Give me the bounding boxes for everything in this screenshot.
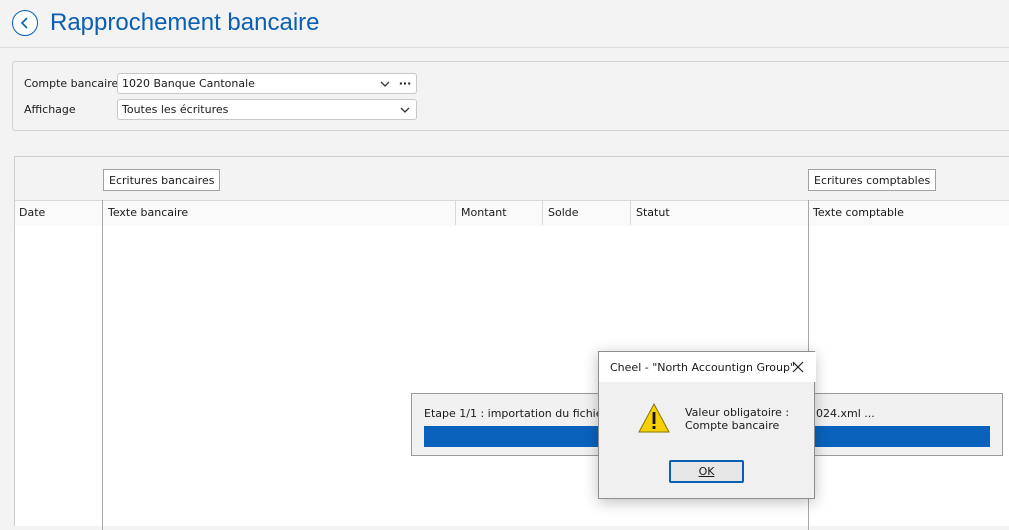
compte-bancaire-label: Compte bancaire xyxy=(24,77,119,90)
dialog-footer: OK xyxy=(599,452,814,498)
header-bar: Rapprochement bancaire xyxy=(0,0,1009,48)
dialog-message-line2: Compte bancaire xyxy=(685,419,780,432)
dialog-title: Cheel - "North Accountign Group" xyxy=(610,361,795,374)
close-icon[interactable] xyxy=(790,359,806,375)
compte-bancaire-value: 1020 Banque Cantonale xyxy=(122,77,255,90)
dialog-title-bar: Cheel - "North Accountign Group" xyxy=(599,352,816,382)
column-divider xyxy=(455,200,456,225)
page-title: Rapprochement bancaire xyxy=(50,9,320,36)
bank-entries-section: Ecritures bancaires xyxy=(103,169,221,191)
compte-bancaire-select[interactable]: 1020 Banque Cantonale ··· xyxy=(117,73,417,94)
warning-icon xyxy=(638,402,670,433)
filter-panel: Compte bancaire 1020 Banque Cantonale ··… xyxy=(12,61,1009,131)
column-divider xyxy=(542,200,543,225)
column-divider xyxy=(102,200,103,530)
column-header-solde[interactable]: Solde xyxy=(548,206,579,219)
dialog-message: Valeur obligatoire : Compte bancaire xyxy=(685,406,789,432)
validation-dialog: Cheel - "North Accountign Group" Valeur … xyxy=(598,351,816,499)
column-divider xyxy=(630,200,631,225)
dialog-message-line1: Valeur obligatoire : xyxy=(685,406,790,419)
accounting-entries-section: Ecritures comptables xyxy=(808,169,937,191)
more-options-button[interactable]: ··· xyxy=(394,77,416,90)
accounting-entries-body xyxy=(809,226,1009,526)
reconciliation-grid: Ecritures bancaires Ecritures comptables… xyxy=(14,156,1009,530)
affichage-label: Affichage xyxy=(24,103,76,116)
chevron-down-icon xyxy=(376,81,394,87)
progress-text-end: 024.xml ... xyxy=(816,407,875,420)
back-button[interactable] xyxy=(12,10,38,36)
column-header-statut[interactable]: Statut xyxy=(636,206,670,219)
affichage-value: Toutes les écritures xyxy=(122,103,229,116)
date-column-body xyxy=(15,226,102,526)
chevron-down-icon xyxy=(394,107,416,113)
affichage-select[interactable]: Toutes les écritures xyxy=(117,99,417,120)
dialog-body: Valeur obligatoire : Compte bancaire xyxy=(599,382,814,452)
progress-text-start: Etape 1/1 : importation du fichier BC xyxy=(424,407,626,420)
ok-button[interactable]: OK xyxy=(669,460,744,483)
ok-button-label: OK xyxy=(698,465,715,478)
column-header-texte-bancaire[interactable]: Texte bancaire xyxy=(108,206,188,219)
column-header-texte-comptable[interactable]: Texte comptable xyxy=(813,206,904,219)
column-header-montant[interactable]: Montant xyxy=(461,206,507,219)
column-header-date[interactable]: Date xyxy=(19,206,45,219)
chevron-left-icon xyxy=(20,17,28,29)
